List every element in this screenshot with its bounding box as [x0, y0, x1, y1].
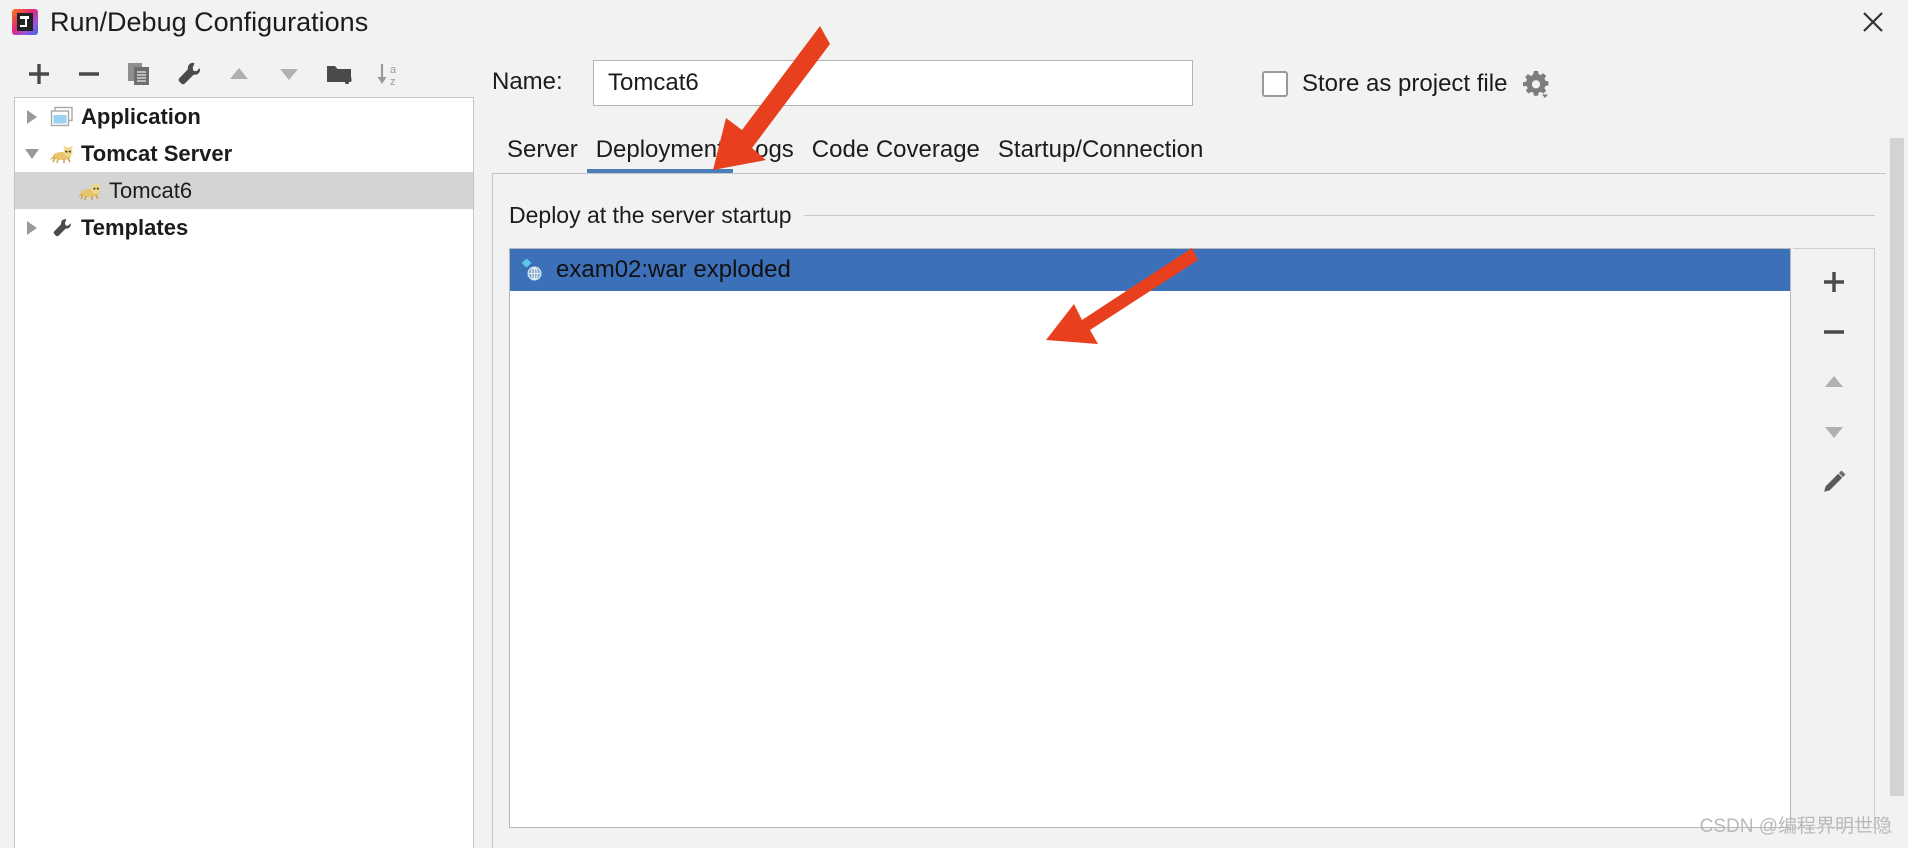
- scrollbar-thumb[interactable]: [1890, 138, 1904, 796]
- add-configuration-button[interactable]: [14, 54, 64, 94]
- configurations-tree[interactable]: Application Tomcat Server Tomcat6 Templa…: [14, 97, 474, 848]
- copy-configuration-button[interactable]: [114, 54, 164, 94]
- window-title: Run/Debug Configurations: [50, 6, 369, 37]
- remove-artifact-button[interactable]: [1806, 307, 1862, 357]
- deploy-group-title: Deploy at the server startup: [509, 201, 792, 228]
- tree-item-label: Tomcat Server: [81, 140, 233, 166]
- edit-templates-button[interactable]: [164, 54, 214, 94]
- tab-startup-connection[interactable]: Startup/Connection: [989, 136, 1212, 174]
- watermark: CSDN @编程界明世隐: [1699, 816, 1892, 837]
- configurations-toolbar: a z: [14, 52, 474, 96]
- list-item-label: exam02:war exploded: [556, 256, 791, 283]
- new-folder-button[interactable]: [314, 54, 364, 94]
- tab-deployment[interactable]: Deployment: [586, 136, 733, 174]
- tree-item-label: Application: [81, 103, 201, 129]
- svg-text:z: z: [390, 76, 396, 88]
- deployment-tab-panel: Deploy at the server startup exam02:war …: [492, 173, 1892, 848]
- move-artifact-up-button[interactable]: [1806, 357, 1862, 407]
- intellij-idea-icon: [12, 9, 38, 35]
- tomcat-icon: [49, 143, 75, 165]
- tab-server[interactable]: Server: [498, 136, 587, 174]
- list-item[interactable]: exam02:war exploded: [510, 249, 1790, 291]
- configuration-tabs: Server Deployment Logs Code Coverage Sta…: [498, 128, 1212, 174]
- tree-item-label: Templates: [81, 214, 189, 240]
- tree-item-tomcat6[interactable]: Tomcat6: [15, 172, 473, 209]
- tab-logs[interactable]: Logs: [733, 136, 803, 174]
- name-input[interactable]: Tomcat6: [593, 60, 1193, 106]
- sort-button[interactable]: a z: [364, 54, 414, 94]
- edit-artifact-button[interactable]: [1806, 457, 1862, 507]
- name-row: Name: Tomcat6 Store as project file: [492, 60, 1892, 108]
- store-as-project-file-label: Store as project file: [1302, 70, 1508, 97]
- tab-code-coverage[interactable]: Code Coverage: [803, 136, 989, 174]
- expander-expanded-icon[interactable]: [15, 148, 49, 159]
- expander-collapsed-icon[interactable]: [15, 220, 49, 235]
- tree-item-tomcat-server[interactable]: Tomcat Server: [15, 135, 473, 172]
- add-artifact-button[interactable]: [1806, 257, 1862, 307]
- wrench-icon: [49, 217, 75, 239]
- store-as-project-file-group: Store as project file: [1262, 65, 1551, 103]
- gear-dropdown-icon[interactable]: [1521, 69, 1551, 99]
- tomcat-icon: [77, 180, 103, 202]
- move-artifact-down-button[interactable]: [1806, 407, 1862, 457]
- deploy-group-header: Deploy at the server startup: [509, 200, 1875, 230]
- dialog-scrollbar[interactable]: [1886, 122, 1908, 848]
- expander-collapsed-icon[interactable]: [15, 109, 49, 124]
- tree-item-label: Tomcat6: [109, 177, 193, 203]
- move-down-button[interactable]: [264, 54, 314, 94]
- artifact-icon: [521, 258, 542, 281]
- remove-configuration-button[interactable]: [64, 54, 114, 94]
- application-icon: [49, 106, 75, 128]
- tree-item-application[interactable]: Application: [15, 98, 473, 135]
- window-titlebar: Run/Debug Configurations: [0, 0, 1908, 44]
- name-label: Name:: [492, 68, 563, 95]
- deployment-list-toolbar: [1793, 248, 1875, 828]
- svg-text:a: a: [390, 64, 397, 76]
- move-up-button[interactable]: [214, 54, 264, 94]
- deployment-list[interactable]: exam02:war exploded: [509, 248, 1791, 828]
- run-debug-configurations-dialog: Run/Debug Configurations a z Application…: [0, 0, 1908, 848]
- store-as-project-file-checkbox[interactable]: [1262, 71, 1288, 97]
- tree-item-templates[interactable]: Templates: [15, 209, 473, 246]
- group-separator: [803, 214, 1875, 216]
- close-icon[interactable]: [1852, 2, 1894, 42]
